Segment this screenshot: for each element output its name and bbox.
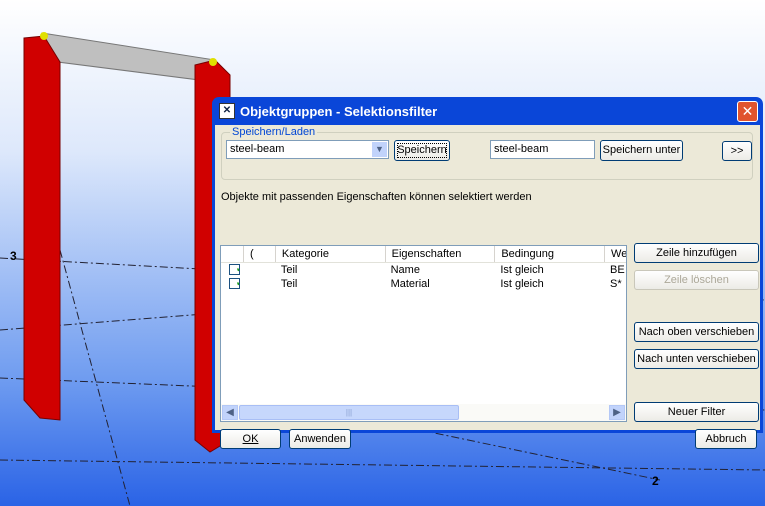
- cell-bedingung: Ist gleich: [500, 264, 544, 276]
- close-button[interactable]: ✕: [737, 101, 758, 122]
- cell-eigenschaft: Material: [390, 278, 430, 290]
- move-up-button[interactable]: Nach oben verschieben: [634, 322, 759, 342]
- scroll-right-icon[interactable]: ▶: [609, 405, 625, 420]
- table-row[interactable]: ✔ Teil Name Ist gleich BE: [221, 263, 626, 277]
- cell-wert: S*: [610, 278, 622, 290]
- scroll-thumb[interactable]: |||: [239, 405, 459, 420]
- steel-column-left[interactable]: [23, 35, 61, 421]
- chevron-down-icon[interactable]: ▼: [372, 142, 387, 157]
- save-as-input[interactable]: steel-beam: [490, 140, 595, 159]
- column-header[interactable]: We: [604, 246, 626, 262]
- cell-wert: BE: [610, 264, 625, 276]
- dialog-title: Objektgruppen - Selektionsfilter: [240, 103, 438, 119]
- selection-filter-dialog: ✕ Objektgruppen - Selektionsfilter ✕ Spe…: [212, 97, 763, 449]
- move-down-button[interactable]: Nach unten verschieben: [634, 349, 759, 369]
- add-row-button[interactable]: Zeile hinzufügen: [634, 243, 759, 263]
- save-as-button[interactable]: Speichern unter: [600, 140, 683, 161]
- app-icon: ✕: [219, 103, 235, 119]
- group-label: Speichern/Laden: [230, 126, 318, 138]
- cell-eigenschaft: Name: [390, 264, 420, 276]
- info-text: Objekte mit passenden Eigenschaften könn…: [221, 191, 532, 203]
- axis-label: 3: [10, 249, 17, 263]
- horizontal-scrollbar[interactable]: ◀ ||| ▶: [221, 404, 626, 421]
- table-header: ( Kategorie Eigenschaften Bedingung We: [221, 246, 626, 263]
- filter-select[interactable]: steel-beam ▼: [226, 140, 389, 159]
- handle-icon[interactable]: [209, 58, 217, 66]
- new-filter-button[interactable]: Neuer Filter: [634, 402, 759, 422]
- steel-beam[interactable]: [41, 32, 216, 83]
- row-checkbox[interactable]: ✔: [229, 264, 240, 275]
- table-row[interactable]: ✔ Teil Material Ist gleich S*: [221, 277, 626, 291]
- filter-table: ( Kategorie Eigenschaften Bedingung We ✔…: [220, 245, 627, 422]
- axis-label: 2: [652, 474, 659, 488]
- cell-kategorie: Teil: [280, 264, 298, 276]
- cancel-button[interactable]: Abbruch: [695, 429, 757, 449]
- cell-kategorie: Teil: [280, 278, 298, 290]
- column-header[interactable]: Bedingung: [494, 246, 604, 262]
- title-bar[interactable]: ✕ Objektgruppen - Selektionsfilter: [215, 97, 760, 125]
- column-header[interactable]: Eigenschaften: [384, 246, 495, 262]
- handle-icon[interactable]: [40, 32, 48, 40]
- column-header[interactable]: Kategorie: [274, 246, 385, 262]
- expand-button[interactable]: >>: [722, 141, 752, 161]
- ok-button[interactable]: OK: [220, 429, 281, 449]
- cell-bedingung: Ist gleich: [500, 278, 544, 290]
- save-button[interactable]: Speichern: [394, 140, 450, 161]
- filter-select-value: steel-beam: [230, 143, 285, 155]
- scroll-left-icon[interactable]: ◀: [222, 405, 238, 420]
- row-checkbox[interactable]: ✔: [229, 278, 240, 289]
- delete-row-button[interactable]: Zeile löschen: [634, 270, 759, 290]
- column-header[interactable]: (: [242, 246, 275, 262]
- save-load-group: Speichern/Laden steel-beam ▼ Speichern s…: [221, 126, 753, 180]
- apply-button[interactable]: Anwenden: [289, 429, 351, 449]
